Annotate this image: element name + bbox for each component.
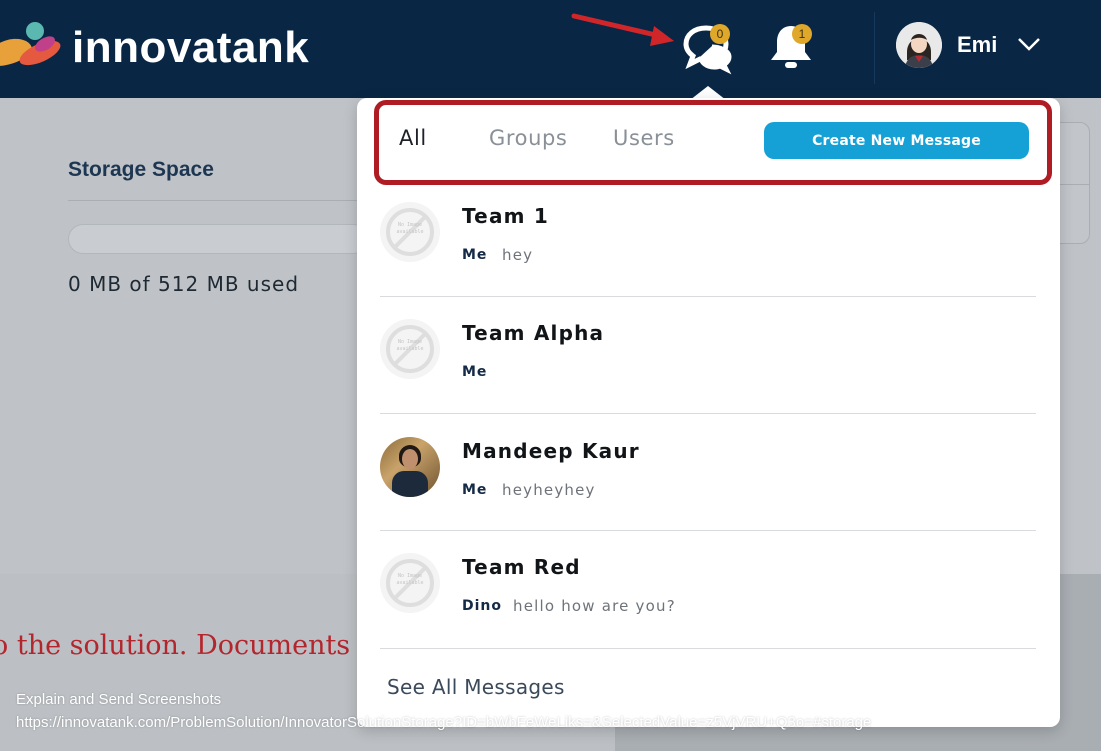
- page-url-text: https://innovatank.com/ProblemSolution/I…: [16, 714, 872, 731]
- messages-count-badge: 0: [710, 24, 730, 44]
- user-photo-avatar: [380, 437, 440, 497]
- conversation-divider: [380, 648, 1036, 649]
- logo-text: innovatank: [72, 23, 310, 72]
- screenshot-caption: Explain and Send Screenshots: [16, 691, 222, 708]
- logo-mark-icon: [0, 18, 68, 78]
- storage-divider: [68, 200, 368, 201]
- conversation-preview: hey: [502, 246, 534, 264]
- innovatank-logo[interactable]: innovatank: [0, 18, 309, 78]
- user-name[interactable]: Emi: [957, 32, 997, 58]
- conversation-sender: Dino: [462, 598, 503, 614]
- chevron-down-icon[interactable]: [1016, 36, 1042, 52]
- conversation-preview: hello how are you?: [513, 597, 676, 615]
- storage-title: Storage Space: [68, 158, 214, 181]
- conversation-name: Team 1: [462, 204, 549, 228]
- user-avatar[interactable]: [896, 22, 942, 68]
- conversation-item-team-red[interactable]: No Image available Team Red Dino hello h…: [380, 531, 1036, 648]
- notifications-count-badge: 1: [792, 24, 812, 44]
- annotation-highlight-box: [374, 100, 1052, 185]
- conversation-sender: Me: [462, 364, 488, 380]
- see-all-messages-link[interactable]: See All Messages: [387, 675, 565, 699]
- user-avatar-icon: [896, 22, 942, 68]
- no-image-avatar-icon: No Image available: [380, 553, 440, 613]
- storage-used-text: 0 MB of 512 MB used: [68, 272, 300, 296]
- conversation-name: Team Red: [462, 555, 581, 579]
- conversation-name: Team Alpha: [462, 321, 605, 345]
- no-image-avatar-icon: No Image available: [380, 202, 440, 262]
- conversation-sender: Me: [462, 247, 488, 263]
- no-image-avatar-icon: No Image available: [380, 319, 440, 379]
- storage-progress-bar: [68, 224, 368, 254]
- annotation-arrow-icon: [571, 13, 674, 46]
- conversation-name: Mandeep Kaur: [462, 439, 640, 463]
- header-divider: [874, 12, 875, 84]
- solution-description-text: o the solution. Documents in: [0, 630, 385, 661]
- conversation-preview: heyheyhey: [502, 481, 596, 499]
- conversation-item-mandeep-kaur[interactable]: Mandeep Kaur Me heyheyhey: [380, 414, 1036, 531]
- conversation-item-team-1[interactable]: No Image available Team 1 Me hey: [380, 180, 1036, 297]
- conversation-sender: Me: [462, 482, 488, 498]
- conversation-item-team-alpha[interactable]: No Image available Team Alpha Me: [380, 297, 1036, 414]
